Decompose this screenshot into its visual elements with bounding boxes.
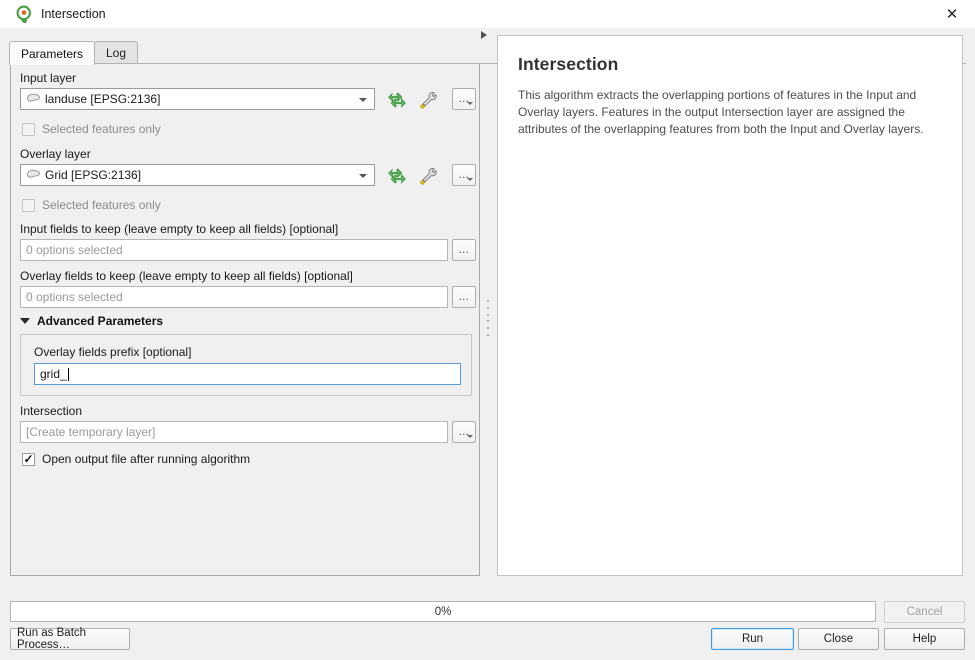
input-fields-more-label: … [458,244,470,256]
open-output-checkbox[interactable]: ✓ Open output file after running algorit… [22,452,250,466]
chevron-down-icon [467,102,473,105]
advanced-parameters-toggle[interactable]: Advanced Parameters [20,314,163,328]
overlay-fields-to-keep-value: 0 options selected [26,290,123,304]
polygon-layer-icon [26,92,41,107]
check-icon: ✓ [23,452,34,466]
overlay-selected-features-only-checkbox[interactable]: Selected features only [22,198,161,212]
tab-log[interactable]: Log [94,41,139,64]
input-fields-to-keep-more-button[interactable]: … [452,239,476,261]
overlay-layer-more-label: … [458,169,470,181]
qgis-logo-icon [15,5,33,25]
chevron-down-icon [467,178,473,181]
cancel-button[interactable]: Cancel [884,601,965,623]
input-fields-to-keep-value: 0 options selected [26,243,123,257]
overlay-prefix-label: Overlay fields prefix [optional] [34,345,192,359]
chevron-down-icon [467,435,473,438]
input-layer-options-wrench-button[interactable] [417,88,443,112]
cancel-label: Cancel [906,606,943,618]
checkbox-box: ✓ [22,452,35,466]
overlay-layer-iterate-button[interactable] [383,164,409,188]
panel-collapse-arrow-icon[interactable] [481,31,487,39]
tab-parameters-label: Parameters [21,46,84,61]
close-icon[interactable]: ✕ [929,0,975,28]
window-title: Intersection [41,7,106,21]
parameters-panel: Input layer landuse [EPSG:2136] … Select… [10,64,480,576]
polygon-layer-icon [26,168,41,183]
run-label: Run [741,633,764,645]
overlay-layer-label: Overlay layer [20,147,91,161]
output-more-label: … [458,426,470,438]
input-layer-value: landuse [EPSG:2136] [45,92,161,106]
help-body: This algorithm extracts the overlapping … [518,88,924,137]
input-layer-label: Input layer [20,71,77,85]
tab-log-label: Log [106,46,127,60]
input-fields-to-keep-field[interactable]: 0 options selected [20,239,448,261]
input-layer-more-label: … [458,93,470,105]
overlay-fields-to-keep-label: Overlay fields to keep (leave empty to k… [20,269,353,283]
advanced-parameters-label: Advanced Parameters [37,314,164,328]
text-cursor [67,367,69,381]
overlay-fields-to-keep-more-button[interactable]: … [452,286,476,308]
progress-bar: 0% [10,601,876,622]
overlay-selected-features-only-label: Selected features only [42,198,161,212]
close-button[interactable]: Close [798,628,879,650]
open-output-label: Open output file after running algorithm [42,452,251,466]
help-button[interactable]: Help [884,628,965,650]
overlay-layer-value: Grid [EPSG:2136] [45,168,142,182]
chevron-down-icon [20,318,30,324]
output-label: Intersection [20,404,83,418]
close-label: Close [823,633,854,645]
chevron-down-icon [359,174,367,178]
run-as-batch-button[interactable]: Run as Batch Process… [10,627,130,651]
input-selected-features-only-label: Selected features only [42,122,161,136]
overlay-layer-more-button[interactable]: … [452,164,476,186]
run-as-batch-label: Run as Batch Process… [17,627,87,651]
input-layer-more-button[interactable]: … [452,88,476,110]
overlay-fields-to-keep-field[interactable]: 0 options selected [20,286,448,308]
overlay-prefix-input[interactable]: grid_ [34,363,461,385]
help-title: Intersection [518,54,619,74]
output-path-placeholder: [Create temporary layer] [26,425,156,439]
overlay-prefix-value: grid_ [40,367,67,381]
checkbox-box [22,122,35,136]
checkbox-box [22,198,35,212]
progress-text: 0% [434,605,452,618]
title-bar: Intersection ✕ [0,0,975,28]
advanced-parameters-group: Overlay fields prefix [optional] grid_ [20,334,472,396]
run-button[interactable]: Run [711,628,794,650]
overlay-layer-combo[interactable]: Grid [EPSG:2136] [20,164,375,186]
input-layer-iterate-button[interactable] [383,88,409,112]
overlay-fields-more-label: … [458,291,470,303]
panel-splitter-handle[interactable] [484,300,491,336]
output-path-field[interactable]: [Create temporary layer] [20,421,448,443]
overlay-layer-options-wrench-button[interactable] [417,164,443,188]
chevron-down-icon [359,98,367,102]
input-selected-features-only-checkbox[interactable]: Selected features only [22,122,161,136]
input-fields-to-keep-label: Input fields to keep (leave empty to kee… [20,222,339,236]
help-panel: Intersection This algorithm extracts the… [497,35,963,576]
output-browse-button[interactable]: … [452,421,476,443]
input-layer-combo[interactable]: landuse [EPSG:2136] [20,88,375,110]
tab-parameters[interactable]: Parameters [9,41,96,65]
help-label: Help [912,633,937,645]
